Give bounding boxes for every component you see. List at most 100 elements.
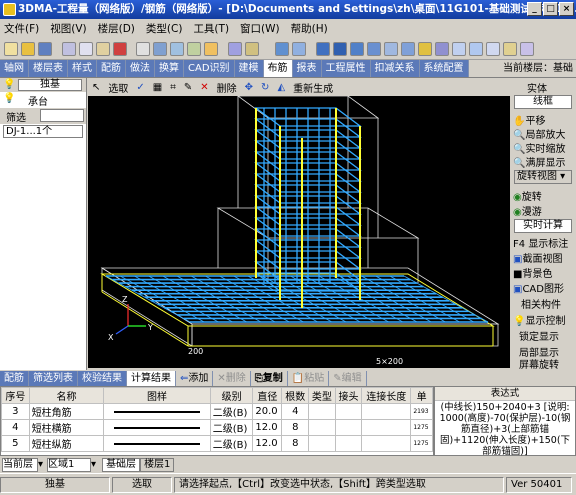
toolbar-icon-2[interactable] — [153, 42, 167, 56]
rotate-icon[interactable]: ↻ — [257, 82, 273, 93]
menu-view[interactable]: 视图(V) — [50, 21, 86, 36]
component-type-item[interactable]: 独基 — [18, 79, 82, 91]
tab-style[interactable]: 样式 — [68, 60, 97, 77]
lock-display-tool[interactable]: 锁定显示 — [519, 328, 559, 343]
rotate-tool[interactable]: ◉旋转 — [513, 188, 542, 203]
remove-button[interactable]: ✕删除 — [213, 370, 251, 386]
tab-calc-results[interactable]: 计算结果 — [127, 370, 176, 386]
zoom-realtime-tool[interactable]: 🔍实时缩放 — [513, 140, 565, 155]
tab-rebar-layout[interactable]: 布筋 — [263, 60, 293, 77]
screen-rotate-tool[interactable]: 屏幕旋转 — [519, 356, 559, 371]
delete-x-icon[interactable]: ✕ — [196, 82, 212, 93]
table-row[interactable]: 4 短柱横筋 二级(B) 12.0 8 1275 — [1, 419, 433, 436]
move-icon[interactable]: ✥ — [241, 82, 257, 93]
brush-icon[interactable]: ✎ — [180, 82, 196, 93]
toolbar-icon-9[interactable] — [292, 42, 306, 56]
chevron-down-icon[interactable]: ▾ — [91, 459, 96, 470]
layer-tab-floor1[interactable]: 楼层1 — [140, 457, 175, 472]
component-type-item[interactable]: 承台 — [28, 93, 48, 108]
chevron-down-icon[interactable]: ▾ — [38, 459, 43, 470]
toolbar-icon-14[interactable] — [384, 42, 398, 56]
realtime-calc-button[interactable]: 实时计算 — [514, 219, 572, 233]
menu-type[interactable]: 类型(C) — [146, 21, 183, 36]
roam-tool[interactable]: ◉漫游 — [513, 203, 542, 218]
current-layer-select[interactable]: 当前层 — [2, 457, 38, 472]
copy-button[interactable]: ⎘复制 — [251, 370, 288, 386]
delete-icon[interactable] — [113, 42, 127, 56]
table-row[interactable]: 5 短柱纵筋 二级(B) 12.0 8 1275 — [1, 435, 433, 452]
close-button[interactable]: × — [559, 2, 574, 16]
background-color-tool[interactable]: ■背景色 — [513, 265, 552, 280]
toolbar-icon-17[interactable] — [435, 42, 449, 56]
save-icon[interactable] — [38, 42, 52, 56]
tab-filter-list[interactable]: 筛选列表 — [29, 370, 78, 386]
tab-report[interactable]: 报表 — [292, 60, 322, 77]
pointer-icon[interactable]: ↖ — [88, 82, 104, 93]
zoom-extents-tool[interactable]: 🔍满屏显示 — [513, 154, 565, 169]
tab-rebar-config[interactable]: 配筋 — [97, 60, 126, 77]
select-button[interactable]: 选取 — [104, 80, 132, 95]
tab-system-config[interactable]: 系统配置 — [419, 60, 469, 77]
tab-deduction[interactable]: 扣减关系 — [370, 60, 420, 77]
maximize-button[interactable]: □ — [543, 2, 558, 16]
section-view-tool[interactable]: ▣截面视图 — [513, 250, 562, 265]
open-icon[interactable] — [21, 42, 35, 56]
paste-icon[interactable] — [96, 42, 110, 56]
table-row[interactable]: 3 短柱角筋 二级(B) 20.0 4 2193 — [1, 403, 433, 420]
entity-mode[interactable]: 实体 — [527, 80, 547, 95]
tab-floors[interactable]: 楼层表 — [29, 60, 68, 77]
tab-method[interactable]: 做法 — [126, 60, 155, 77]
regenerate-button[interactable]: 重新生成 — [289, 80, 337, 95]
toolbar-icon-6[interactable] — [228, 42, 242, 56]
display-control-tool[interactable]: 💡显示控制 — [513, 312, 565, 327]
menu-file[interactable]: 文件(F) — [4, 21, 39, 36]
menu-window[interactable]: 窗口(W) — [240, 21, 280, 36]
toolbar-icon-10[interactable] — [316, 42, 330, 56]
toolbar-icon-11[interactable] — [333, 42, 347, 56]
add-button[interactable]: ⇐添加 — [176, 370, 214, 386]
menu-tools[interactable]: 工具(T) — [193, 21, 229, 36]
check-icon[interactable]: ✓ — [132, 82, 148, 93]
toolbar-icon-8[interactable] — [275, 42, 289, 56]
toolbar-icon-3[interactable] — [170, 42, 184, 56]
toolbar-icon-22[interactable] — [520, 42, 534, 56]
delete-button[interactable]: 删除 — [213, 80, 241, 95]
toolbar-icon-1[interactable] — [136, 42, 150, 56]
tab-check-results[interactable]: 校验结果 — [78, 370, 127, 386]
cut-icon[interactable] — [62, 42, 76, 56]
rotate-view-select[interactable]: 旋转视图 ▾ — [514, 170, 572, 184]
tab-project-props[interactable]: 工程属性 — [321, 60, 371, 77]
pan-tool[interactable]: ✋平移 — [513, 112, 545, 127]
3d-viewport[interactable]: Z Y X 5×200 200 — [88, 78, 510, 368]
toolbar-icon-16[interactable] — [418, 42, 432, 56]
filter-input[interactable] — [40, 109, 84, 122]
tab-axis[interactable]: 轴网 — [0, 60, 29, 77]
toolbar-icon-12[interactable] — [350, 42, 364, 56]
grid-icon[interactable]: ⌗ — [166, 82, 180, 93]
show-label-toggle[interactable]: F4 显示标注 — [513, 235, 568, 250]
region-select[interactable]: 区域1 — [47, 457, 92, 472]
toolbar-icon-7[interactable] — [245, 42, 259, 56]
toolbar-icon-21[interactable] — [503, 42, 517, 56]
toolbar-icon-15[interactable] — [401, 42, 415, 56]
component-tree-item[interactable]: DJ-1...1个 — [3, 125, 83, 138]
layer-tab-foundation[interactable]: 基础层 — [102, 457, 141, 472]
zoom-window-tool[interactable]: 🔍局部放大 — [513, 126, 565, 141]
cad-graphics-tool[interactable]: ▣CAD图形 — [513, 280, 564, 295]
wireframe-mode[interactable]: 线框 — [514, 95, 572, 109]
toolbar-icon-19[interactable] — [469, 42, 483, 56]
frame-icon[interactable]: ▦ — [149, 82, 166, 93]
menu-help[interactable]: 帮助(H) — [291, 21, 328, 36]
copy-icon[interactable] — [79, 42, 93, 56]
toolbar-icon-13[interactable] — [367, 42, 381, 56]
paste-button[interactable]: 📋粘贴 — [288, 370, 330, 386]
tab-convert[interactable]: 换算 — [155, 60, 184, 77]
edit-button[interactable]: ✎编辑 — [329, 370, 367, 386]
tab-modeling[interactable]: 建模 — [234, 60, 264, 77]
toolbar-icon-4[interactable] — [187, 42, 201, 56]
toolbar-icon-5[interactable] — [204, 42, 218, 56]
toolbar-icon-18[interactable] — [452, 42, 466, 56]
minimize-button[interactable]: _ — [527, 2, 542, 16]
mirror-icon[interactable]: ◭ — [273, 82, 289, 93]
tab-rebar[interactable]: 配筋 — [0, 370, 29, 386]
